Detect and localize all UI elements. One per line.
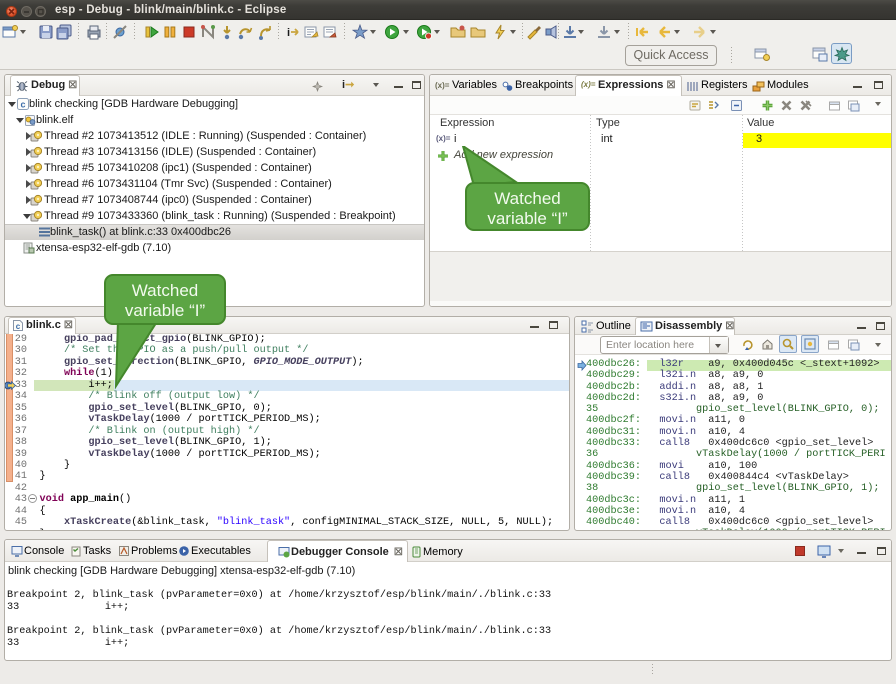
svg-text:c: c [16, 322, 21, 331]
svg-text:i: i [287, 27, 290, 39]
svg-text:c: c [20, 100, 25, 110]
